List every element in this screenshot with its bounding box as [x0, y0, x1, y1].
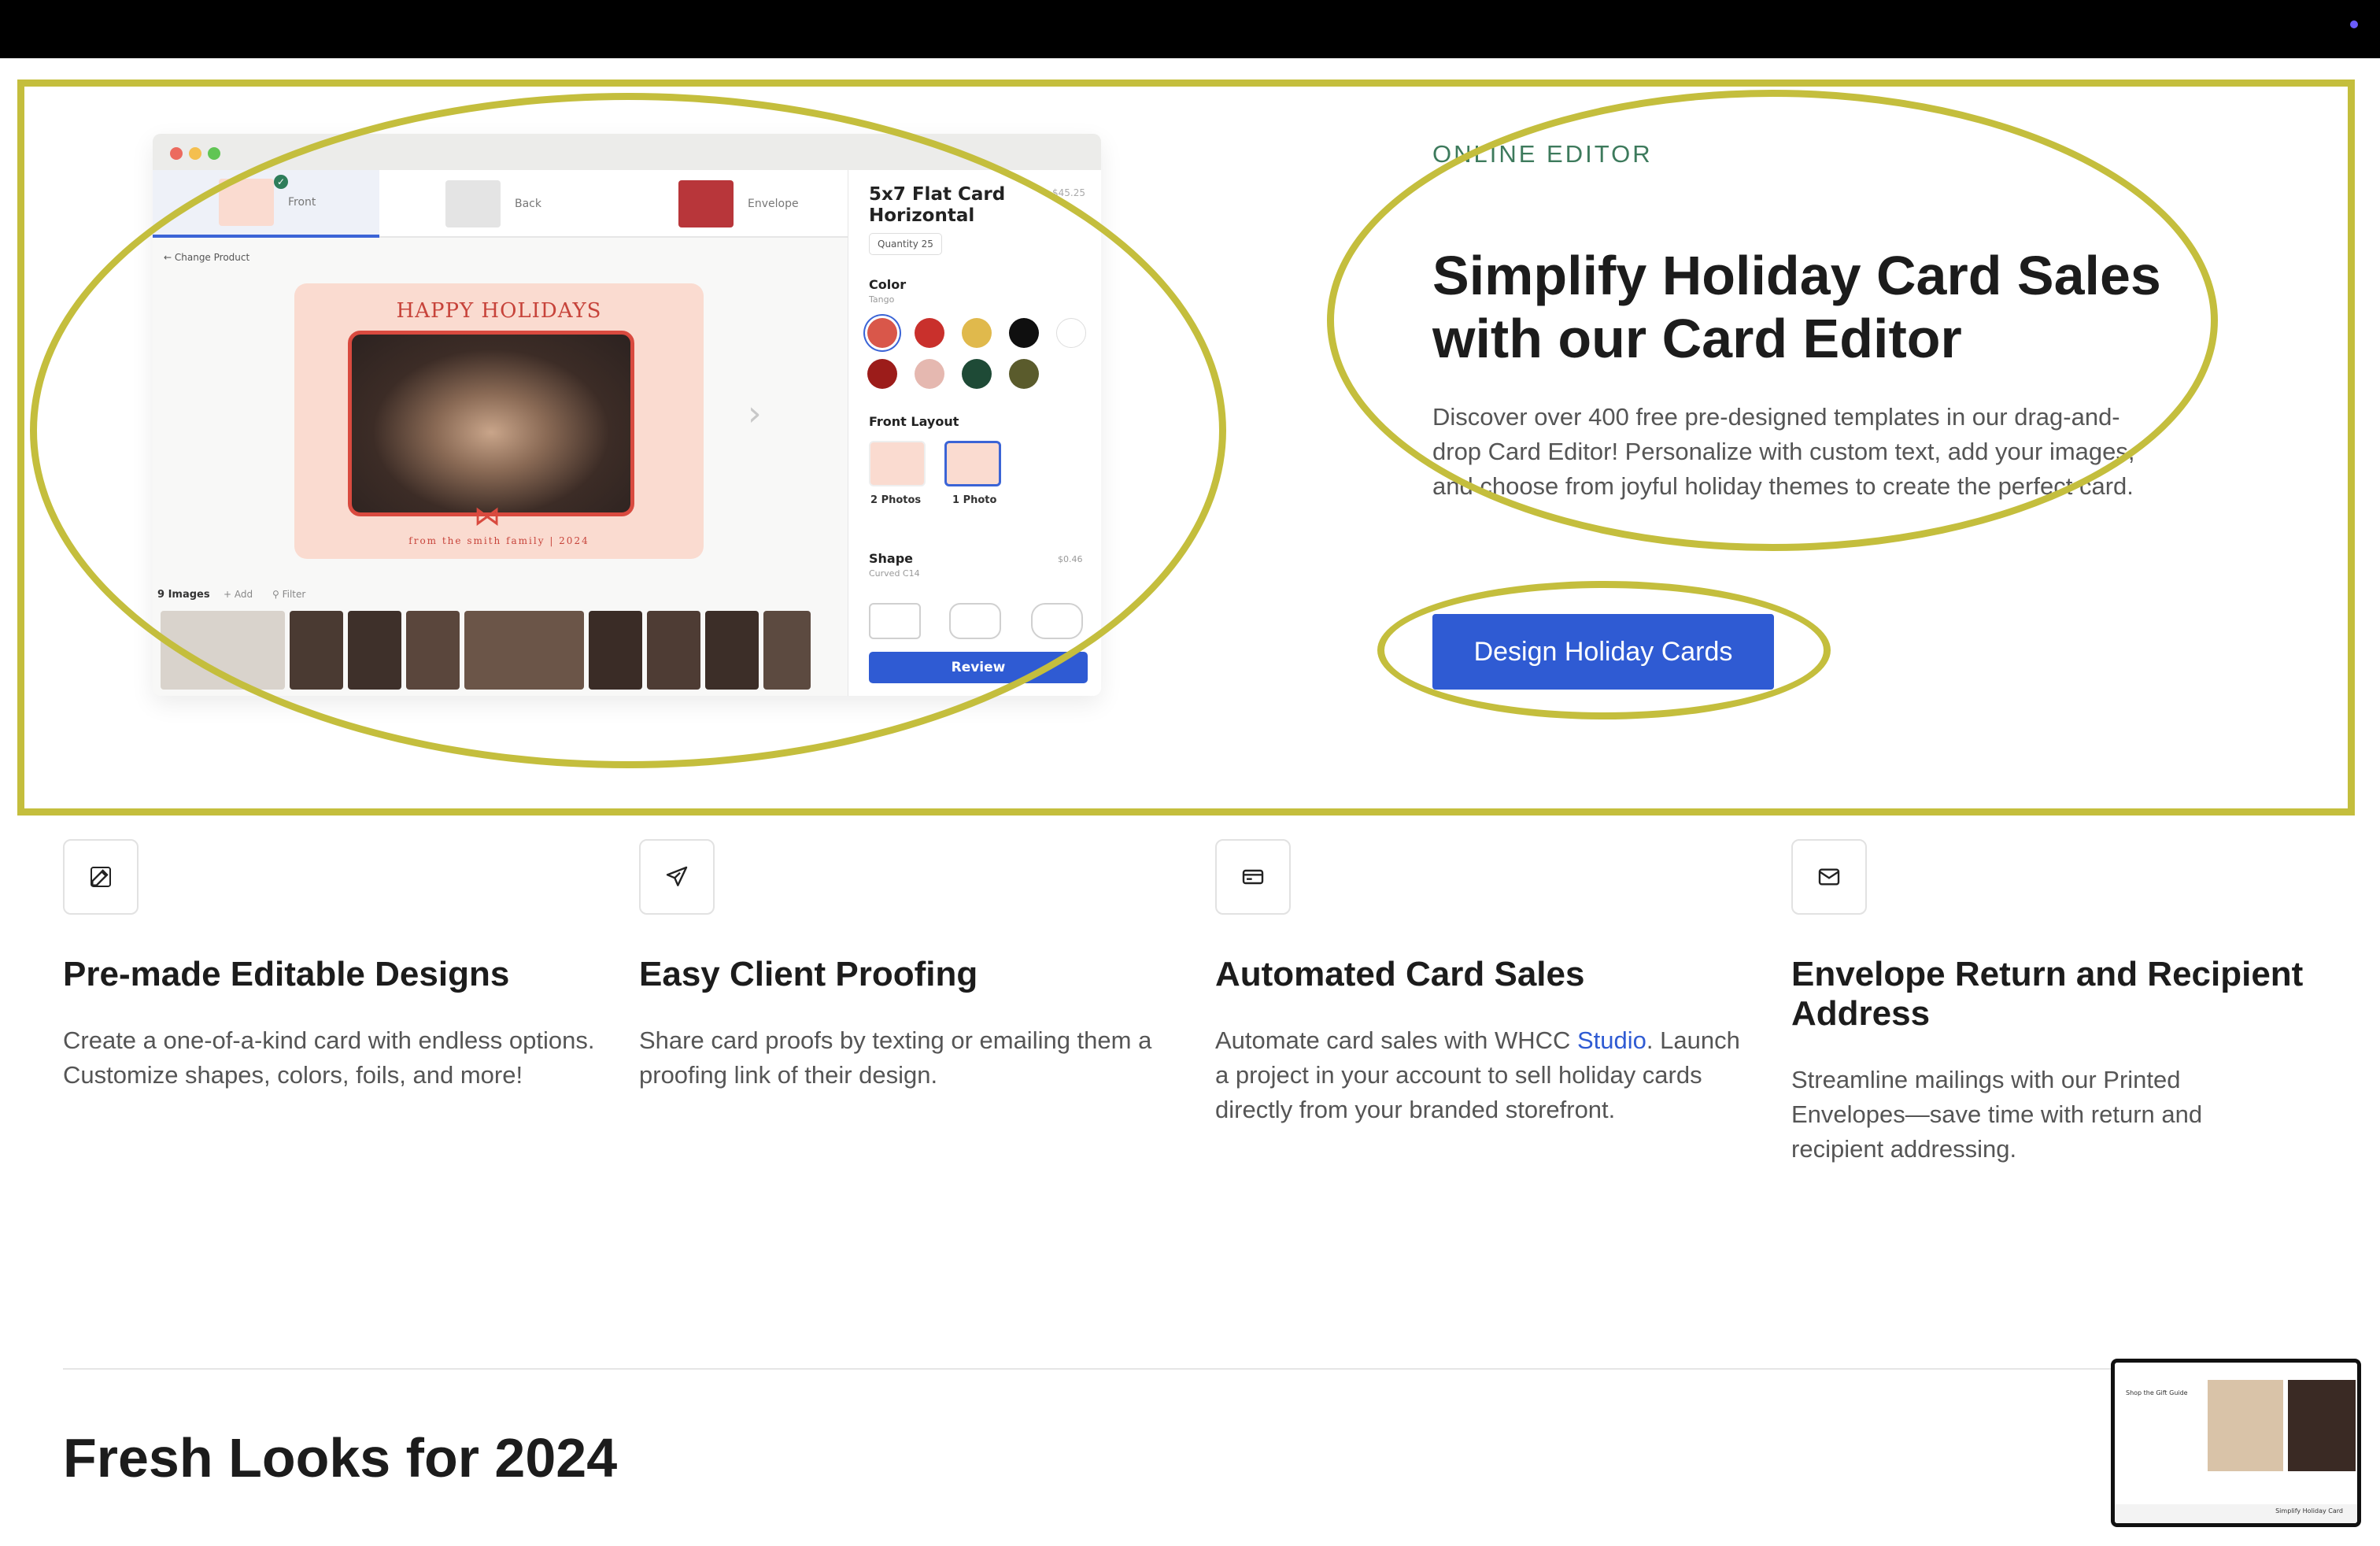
card-greeting: HAPPY HOLIDAYS — [396, 299, 602, 323]
color-swatch[interactable] — [867, 318, 897, 348]
card-photo — [348, 331, 634, 516]
minimize-dot-icon — [189, 147, 201, 160]
color-swatch[interactable] — [915, 359, 944, 389]
maximize-dot-icon — [208, 147, 220, 160]
color-selected: Tango — [869, 294, 895, 305]
image-thumbnail[interactable] — [763, 611, 811, 690]
image-thumbnail[interactable] — [589, 611, 642, 690]
options-panel: 5x7 Flat Card Horizontal $45.25 Quantity… — [848, 170, 1101, 696]
change-product-label: Change Product — [174, 252, 250, 263]
card-footer: from the smith family | 2024 — [408, 535, 589, 546]
feature-title: Envelope Return and Recipient Address — [1791, 955, 2304, 1033]
feature-description: Create a one-of-a-kind card with endless… — [63, 1026, 595, 1089]
feature-icon-box — [1215, 839, 1291, 915]
mini-preview-heading: Shop the Gift Guide — [2126, 1389, 2188, 1396]
status-dot — [2350, 20, 2358, 28]
image-thumbnail[interactable] — [161, 611, 285, 690]
feature-title: Automated Card Sales — [1215, 955, 1585, 993]
color-swatch[interactable] — [1009, 359, 1039, 389]
color-swatch[interactable] — [962, 318, 992, 348]
send-icon — [666, 866, 688, 886]
product-title: 5x7 Flat Card Horizontal — [869, 184, 1006, 226]
change-product-link[interactable]: ← Change Product — [164, 252, 249, 263]
layout-option-two-photos[interactable] — [869, 441, 926, 486]
mail-icon — [1818, 868, 1840, 886]
envelope-thumbnail — [678, 180, 734, 227]
filter-button[interactable]: ⚲ Filter — [272, 589, 305, 600]
add-label: Add — [234, 589, 253, 600]
shape-selected: Curved C14 — [869, 568, 920, 579]
image-thumbnail[interactable] — [348, 611, 401, 690]
tab-envelope-label: Envelope — [748, 198, 799, 210]
window-chrome — [153, 134, 1101, 170]
tab-back-label: Back — [515, 198, 541, 210]
shape-option[interactable] — [949, 603, 1001, 639]
close-dot-icon — [170, 147, 183, 160]
color-swatch[interactable] — [1009, 318, 1039, 348]
shape-heading: Shape — [869, 551, 914, 566]
shape-option[interactable] — [869, 603, 921, 639]
image-thumbnail[interactable] — [647, 611, 700, 690]
feature-icon-box — [63, 839, 139, 915]
product-price: $45.25 — [1052, 187, 1085, 198]
hero-description: Discover over 400 free pre-designed temp… — [1432, 403, 2135, 500]
front-thumbnail — [219, 179, 274, 226]
card-icon — [1242, 869, 1264, 885]
feature-description: Streamline mailings with our Printed Env… — [1791, 1066, 2203, 1163]
section-title: Fresh Looks for 2024 — [63, 1427, 618, 1489]
mini-preview-caption: Simplify Holiday Card — [2275, 1507, 2343, 1515]
feature-icon-box — [639, 839, 715, 915]
image-thumbnail[interactable] — [705, 611, 759, 690]
mini-preview-thumbnail[interactable]: Shop the Gift Guide Simplify Holiday Car… — [2111, 1359, 2361, 1527]
feature-description-text: Automate card sales with WHCC — [1215, 1026, 1577, 1054]
feature-title: Easy Client Proofing — [639, 955, 978, 993]
back-thumbnail — [445, 180, 501, 227]
images-count: 9 Images — [157, 589, 210, 601]
layout-label-one-photo: 1 Photo — [952, 494, 997, 506]
color-swatch[interactable] — [962, 359, 992, 389]
edit-icon — [91, 867, 111, 887]
add-images-button[interactable]: + Add — [224, 589, 253, 600]
image-thumbnail[interactable] — [464, 611, 584, 690]
image-thumbnail[interactable] — [406, 611, 460, 690]
feature-title: Pre-made Editable Designs — [63, 955, 510, 993]
front-layout-heading: Front Layout — [869, 414, 959, 429]
hero-title: Simplify Holiday Card Sales with our Car… — [1432, 245, 2161, 369]
editor-tabs: ✓ Front Back Envelope — [153, 170, 848, 238]
layout-option-one-photo[interactable] — [944, 441, 1001, 486]
color-swatch[interactable] — [915, 318, 944, 348]
section-divider — [63, 1368, 2317, 1370]
image-thumbnail[interactable] — [290, 611, 343, 690]
mini-preview-image — [2288, 1380, 2356, 1471]
mini-preview-image — [2208, 1380, 2283, 1471]
bow-icon: ⋈ — [474, 501, 501, 532]
layout-label-two-photos: 2 Photos — [870, 494, 922, 506]
eyebrow-label: ONLINE EDITOR — [1432, 140, 1653, 168]
filter-label: Filter — [282, 589, 306, 600]
chevron-right-icon[interactable]: › — [748, 394, 762, 434]
tab-back[interactable]: Back — [379, 170, 612, 238]
design-holiday-cards-button[interactable]: Design Holiday Cards — [1432, 614, 1774, 690]
image-strip — [161, 611, 811, 690]
feature-description: Automate card sales with WHCC Studio. La… — [1215, 1023, 1758, 1127]
feature-icon-box — [1791, 839, 1867, 915]
studio-link[interactable]: Studio — [1577, 1026, 1646, 1054]
check-icon: ✓ — [274, 175, 288, 189]
tab-front-label: Front — [288, 196, 316, 209]
shape-price: $0.46 — [1058, 554, 1083, 564]
shape-option[interactable] — [1031, 603, 1083, 639]
review-button[interactable]: Review — [869, 652, 1088, 683]
color-swatch[interactable] — [867, 359, 897, 389]
tab-front[interactable]: ✓ Front — [153, 170, 379, 238]
color-heading: Color — [869, 277, 907, 292]
quantity-select[interactable]: Quantity 25 — [869, 233, 942, 255]
top-bar — [0, 0, 2380, 58]
card-editor-mockup: ✓ Front Back Envelope ← Change Product H… — [153, 134, 1101, 696]
tab-envelope[interactable]: Envelope — [612, 170, 848, 238]
color-swatch[interactable] — [1056, 318, 1086, 348]
feature-description: Share card proofs by texting or emailing… — [639, 1026, 1152, 1089]
